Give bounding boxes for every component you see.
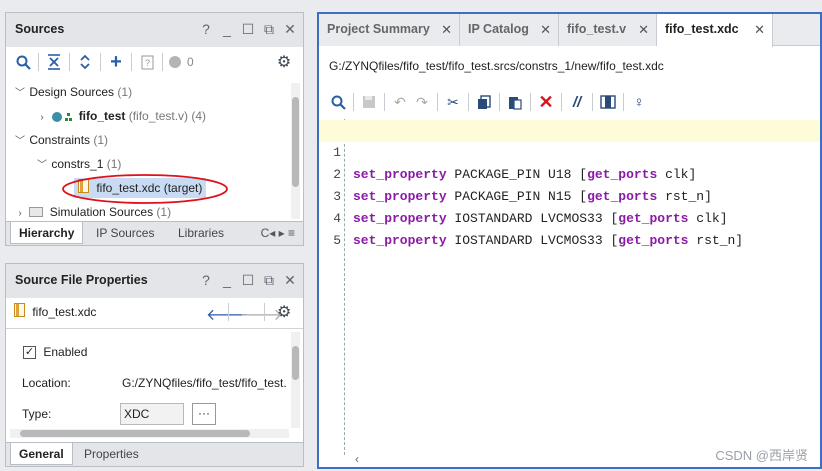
help-icon[interactable]: ? [199, 272, 213, 288]
folder-icon [29, 203, 44, 223]
code-line: 2 set_property PACKAGE_PIN N15 [get_port… [333, 167, 712, 204]
location-value: G:/ZYNQfiles/fifo_test/fifo_test. [122, 376, 287, 390]
close-tab-icon[interactable]: ✕ [638, 15, 649, 45]
unknown-file-icon[interactable]: ? [136, 51, 158, 73]
settings-gear-icon[interactable]: ⚙ [277, 302, 291, 322]
type-field[interactable]: XDC [120, 403, 184, 425]
enabled-label: Enabled [43, 345, 88, 359]
lightbulb-icon[interactable]: ♀ [628, 91, 650, 113]
sources-panel: Sources ? _ ☐ ⧉ ✕ + ? 0 ⚙ ﹀ Design Sourc… [5, 12, 304, 246]
expand-all-icon[interactable] [74, 51, 96, 73]
status-count: 0 [187, 55, 194, 69]
tab-libraries[interactable]: Libraries [170, 222, 232, 244]
redo-icon[interactable]: ↷ [411, 91, 433, 113]
maximize-icon[interactable]: ☐ [241, 21, 255, 37]
xdc-file-icon [14, 302, 25, 323]
editor-tabbar: Project Summary ✕ IP Catalog ✕ fifo_test.v… [319, 14, 820, 47]
properties-header: Source File Properties ? _ ☐ ⧉ ✕ [6, 264, 303, 298]
tree-item-simulation-sources[interactable]: › Simulation Sources (1) [14, 202, 171, 222]
properties-panel: Source File Properties ? _ ☐ ⧉ ✕ fifo_te… [5, 263, 304, 467]
add-sources-icon[interactable]: + [105, 51, 127, 73]
code-line: 1 set_property PACKAGE_PIN U18 [get_port… [319, 120, 820, 182]
sources-header: Sources ? _ ☐ ⧉ ✕ [6, 13, 303, 47]
chevron-down-icon[interactable]: ﹀ [36, 156, 48, 176]
location-label: Location: [22, 376, 71, 390]
chevron-down-icon[interactable]: ﹀ [14, 132, 26, 152]
tab-hierarchy[interactable]: Hierarchy [10, 222, 84, 244]
properties-scrollbar-h[interactable] [10, 429, 289, 438]
sources-toolbar: + ? 0 [12, 51, 194, 73]
sources-title: Sources [15, 22, 65, 36]
close-icon[interactable]: ✕ [283, 272, 297, 288]
watermark: CSDN @西岸贤 [715, 448, 808, 463]
properties-scrollbar-v[interactable] [291, 332, 300, 428]
tree-item-design-sources[interactable]: ﹀ Design Sources (1) [14, 82, 132, 102]
editor-toolbar: ↶ ↷ ✂ ✕ // ♀ [327, 91, 650, 113]
tab-ip-sources[interactable]: IP Sources [88, 222, 162, 244]
close-icon[interactable]: ✕ [283, 21, 297, 37]
module-status-icon [51, 110, 75, 124]
close-tab-icon[interactable]: ✕ [754, 15, 765, 45]
chevron-right-icon[interactable]: › [36, 108, 48, 128]
enabled-row: ✓ Enabled [23, 342, 87, 362]
undo-icon[interactable]: ↶ [389, 91, 411, 113]
tab-fifo-test-v[interactable]: fifo_test.v ✕ [559, 14, 657, 46]
code-line: 3 set_property IOSTANDARD LVCMOS33 [get_… [333, 189, 728, 226]
enabled-checkbox[interactable]: ✓ [23, 346, 36, 360]
tab-fifo-test-xdc[interactable]: fifo_test.xdc ✕ [657, 14, 773, 47]
editor-panel: Project Summary ✕ IP Catalog ✕ fifo_test.v… [317, 12, 822, 469]
svg-text:?: ? [144, 58, 149, 68]
tab-ip-catalog[interactable]: IP Catalog ✕ [460, 14, 559, 46]
comment-icon[interactable]: // [566, 91, 588, 113]
tree-item-fifo-test[interactable]: › fifo_test (fifo_test.v) (4) [36, 106, 206, 126]
search-icon[interactable] [327, 91, 349, 113]
code-editor[interactable]: 1 set_property PACKAGE_PIN U18 [get_port… [319, 119, 820, 467]
copy-icon[interactable] [473, 91, 495, 113]
scroll-left-icon[interactable]: ‹ [355, 452, 359, 466]
search-icon[interactable] [12, 51, 34, 73]
more-button[interactable]: ··· [192, 403, 216, 425]
properties-file-name: fifo_test.xdc [32, 305, 97, 319]
code-line: 5 [333, 233, 341, 248]
maximize-icon[interactable]: ☐ [241, 272, 255, 288]
properties-file-row: fifo_test.xdc [14, 302, 96, 322]
minimize-icon[interactable]: _ [220, 272, 234, 288]
float-icon[interactable]: ⧉ [262, 272, 276, 288]
properties-title: Source File Properties [15, 273, 148, 287]
delete-icon[interactable]: ✕ [535, 91, 557, 113]
close-tab-icon[interactable]: ✕ [441, 15, 452, 45]
save-icon[interactable] [358, 91, 380, 113]
tree-item-constraints[interactable]: ﹀ Constraints (1) [14, 130, 108, 150]
status-circle-icon [167, 51, 183, 73]
minimize-icon[interactable]: _ [220, 21, 234, 37]
chevron-down-icon[interactable]: ﹀ [14, 84, 26, 104]
file-path: G:/ZYNQfiles/fifo_test/fifo_test.srcs/co… [329, 59, 664, 73]
sources-scrollbar[interactable] [291, 83, 300, 219]
type-label: Type: [22, 407, 52, 421]
properties-tabbar: General Properties [6, 442, 303, 466]
column-select-icon[interactable] [597, 91, 619, 113]
tab-overflow-icon[interactable]: C◂ ▸ ≡ [261, 226, 295, 240]
code-line: 4 set_property IOSTANDARD LVCMOS33 [get_… [333, 211, 744, 248]
sources-tabbar: Hierarchy IP Sources Libraries C◂ ▸ ≡ [6, 221, 303, 245]
close-tab-icon[interactable]: ✕ [540, 15, 551, 45]
settings-gear-icon[interactable]: ⚙ [273, 51, 295, 73]
collapse-all-icon[interactable] [43, 51, 65, 73]
tab-project-summary[interactable]: Project Summary ✕ [319, 14, 460, 46]
float-icon[interactable]: ⧉ [262, 21, 276, 37]
paste-icon[interactable] [504, 91, 526, 113]
help-icon[interactable]: ? [199, 21, 213, 37]
tab-general[interactable]: General [10, 443, 73, 465]
tab-properties[interactable]: Properties [76, 443, 147, 465]
cut-icon[interactable]: ✂ [442, 91, 464, 113]
